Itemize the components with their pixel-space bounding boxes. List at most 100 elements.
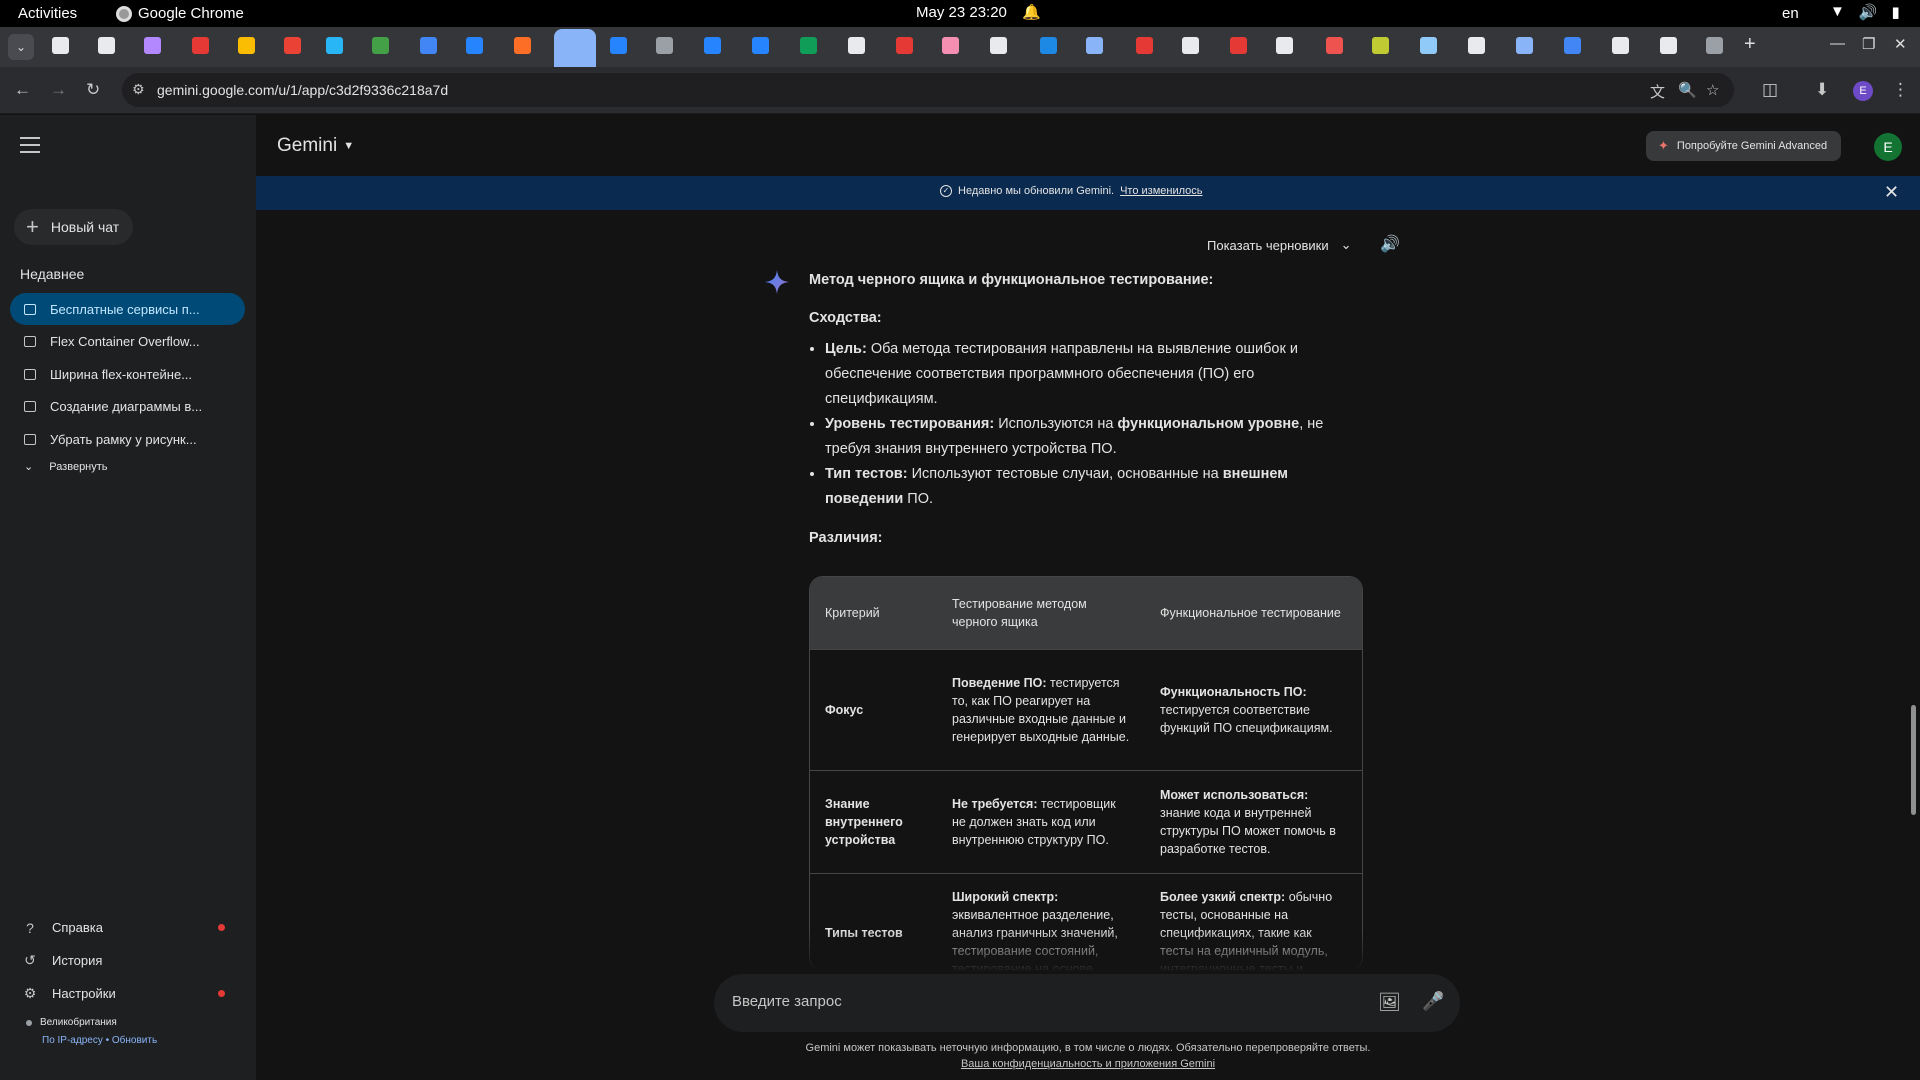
tab-slides-icon[interactable] (238, 37, 255, 54)
settings-label: Настройки (52, 986, 116, 1001)
language-indicator[interactable]: en (1782, 5, 1799, 22)
download-icon[interactable]: ⬇ (1815, 80, 1829, 100)
app-menu[interactable]: Google Chrome (116, 5, 244, 22)
recent-chat-item[interactable]: Убрать рамку у рисунк... (10, 423, 245, 455)
new-chat-button[interactable]: + Новый чат (14, 209, 134, 245)
reload-icon[interactable]: ↻ (86, 80, 100, 100)
try-advanced-button[interactable]: ✦ Попробуйте Gemini Advanced (1646, 131, 1842, 161)
tab-jira-icon[interactable] (610, 37, 627, 54)
tab-proton-icon[interactable] (144, 37, 161, 54)
tab-adobe-icon[interactable] (1136, 37, 1153, 54)
zoom-icon[interactable]: 🔍 (1678, 81, 1697, 99)
tab-globe-icon[interactable] (1372, 37, 1389, 54)
item-text: Используются на (998, 416, 1114, 432)
tab-close-x-icon[interactable] (896, 37, 913, 54)
cell-label: Широкий спектр: (952, 889, 1059, 904)
battery-icon: ▮ (1891, 4, 1900, 21)
tab-gmail-icon[interactable] (284, 37, 301, 54)
tab-gemini-icon[interactable]: ✦ (554, 29, 596, 67)
clock[interactable]: May 23 23:20 (916, 4, 1007, 21)
tab-google-icon[interactable] (1468, 37, 1485, 54)
tab-translate-icon[interactable] (1420, 37, 1437, 54)
tab-jira-icon[interactable] (704, 37, 721, 54)
menu-icon[interactable] (20, 137, 40, 158)
ip-address-link[interactable]: По IP-адресу (42, 1035, 103, 1046)
browser-menu-icon[interactable]: ⋮ (1892, 80, 1909, 100)
tab-github-icon[interactable] (1182, 37, 1199, 54)
tab-medium-icon[interactable] (1276, 37, 1293, 54)
disclaimer-text: Gemini может показывать неточную информа… (805, 1042, 1371, 1054)
show-drafts-button[interactable]: Показать черновики ⌄ (1207, 237, 1352, 253)
browser-profile-avatar[interactable]: E (1853, 81, 1873, 101)
account-avatar[interactable]: E (1874, 133, 1902, 161)
tab-adobe-icon[interactable] (192, 37, 209, 54)
tab-calc-icon[interactable] (1326, 37, 1343, 54)
recent-chat-item[interactable]: Ширина flex-контейне... (10, 358, 245, 390)
tab-jira-icon[interactable] (752, 37, 769, 54)
model-selector[interactable]: Gemini ▼ (277, 135, 354, 157)
tab-search-button[interactable]: ⌄ (8, 34, 34, 60)
tab-notion-icon[interactable] (98, 37, 115, 54)
list-item: Тип тестов: Используют тестовые случаи, … (825, 462, 1369, 512)
tab-sheets-icon[interactable] (800, 37, 817, 54)
address-bar[interactable]: ⚙ gemini.google.com/u/1/app/c3d2f9336c21… (122, 73, 1734, 107)
cell-label: Функциональность ПО: (1160, 684, 1307, 699)
back-icon[interactable]: ← (14, 80, 31, 100)
tab-adobe-icon[interactable] (1230, 37, 1247, 54)
close-window-icon[interactable]: ✕ (1894, 35, 1907, 53)
help-item[interactable]: ? Справка (22, 911, 237, 944)
new-tab-button[interactable]: + (1744, 33, 1756, 56)
add-image-icon[interactable]: 🖼 (1378, 992, 1401, 1013)
history-item[interactable]: ↺ История (22, 944, 237, 977)
tab-outlook-icon[interactable] (1564, 37, 1581, 54)
tab-google-icon[interactable] (1612, 37, 1629, 54)
recent-chat-item[interactable]: Создание диаграммы в... (10, 391, 245, 423)
tab-bird-icon[interactable] (1040, 37, 1057, 54)
recent-chat-item[interactable]: Бесплатные сервисы п... (10, 293, 245, 325)
gemini-sparkle-icon: ✦ (567, 37, 582, 54)
activities-button[interactable]: Activities (18, 5, 77, 22)
expand-button[interactable]: ⌄ Развернуть (24, 460, 108, 474)
tab-medium-icon[interactable] (990, 37, 1007, 54)
site-info-icon[interactable]: ⚙ (132, 81, 145, 98)
restore-icon[interactable]: ❐ (1862, 35, 1875, 53)
bell-icon[interactable]: 🔔 (1022, 3, 1041, 21)
system-tray[interactable]: ▼ 🔊 ▮ (1830, 3, 1900, 21)
item-label: Тип тестов: (825, 466, 908, 482)
translate-icon[interactable]: 文 (1650, 81, 1665, 102)
tab-email-icon[interactable] (1086, 37, 1103, 54)
tab-star-icon[interactable] (1660, 37, 1677, 54)
criterion-cell: Знание внутреннего устройства (810, 769, 937, 873)
table-row: Знание внутреннего устройства Не требуетс… (810, 769, 1362, 873)
microphone-icon[interactable]: 🎤 (1422, 991, 1444, 1012)
tab-web-icon[interactable] (656, 37, 673, 54)
privacy-link[interactable]: Ваша конфиденциальность и приложения Gem… (256, 1056, 1920, 1072)
tab-jira-icon[interactable] (466, 37, 483, 54)
url-text[interactable]: gemini.google.com/u/1/app/c3d2f9336c218a… (157, 82, 448, 98)
minimize-icon[interactable]: — (1830, 35, 1845, 52)
speaker-icon[interactable]: 🔊 (1380, 234, 1400, 254)
bookmark-star-icon[interactable]: ☆ (1706, 81, 1719, 99)
settings-item[interactable]: ⚙ Настройки (22, 977, 237, 1010)
tab-gitlab-icon[interactable] (514, 37, 531, 54)
extensions-icon[interactable]: ◫ (1762, 80, 1778, 100)
tab-email-icon[interactable] (1516, 37, 1533, 54)
tab-telegram-icon[interactable] (326, 37, 343, 54)
tab-extension-icon[interactable] (1706, 37, 1723, 54)
tab-chat-icon[interactable] (372, 37, 389, 54)
prompt-input[interactable]: Введите запрос 🖼 🎤 (714, 974, 1460, 1032)
item-text: ПО. (907, 491, 934, 507)
forward-icon[interactable]: → (50, 80, 67, 100)
whats-new-link[interactable]: Что изменилось (1120, 185, 1202, 197)
prompt-placeholder[interactable]: Введите запрос (732, 993, 842, 1010)
tab-docs-icon[interactable] (848, 37, 865, 54)
tab-trello-icon[interactable] (52, 37, 69, 54)
tab-calendar-icon[interactable] (420, 37, 437, 54)
scrollbar[interactable] (1911, 705, 1916, 815)
os-top-bar: Activities Google Chrome May 23 23:20 🔔 … (0, 0, 1920, 27)
refresh-location-link[interactable]: Обновить (112, 1035, 157, 1046)
recent-chat-item[interactable]: Flex Container Overflow... (10, 326, 245, 358)
close-banner-icon[interactable]: ✕ (1884, 182, 1899, 203)
tab-figma-icon[interactable] (942, 37, 959, 54)
functional-cell: Может использоваться: знание кода и внут… (1145, 769, 1362, 873)
